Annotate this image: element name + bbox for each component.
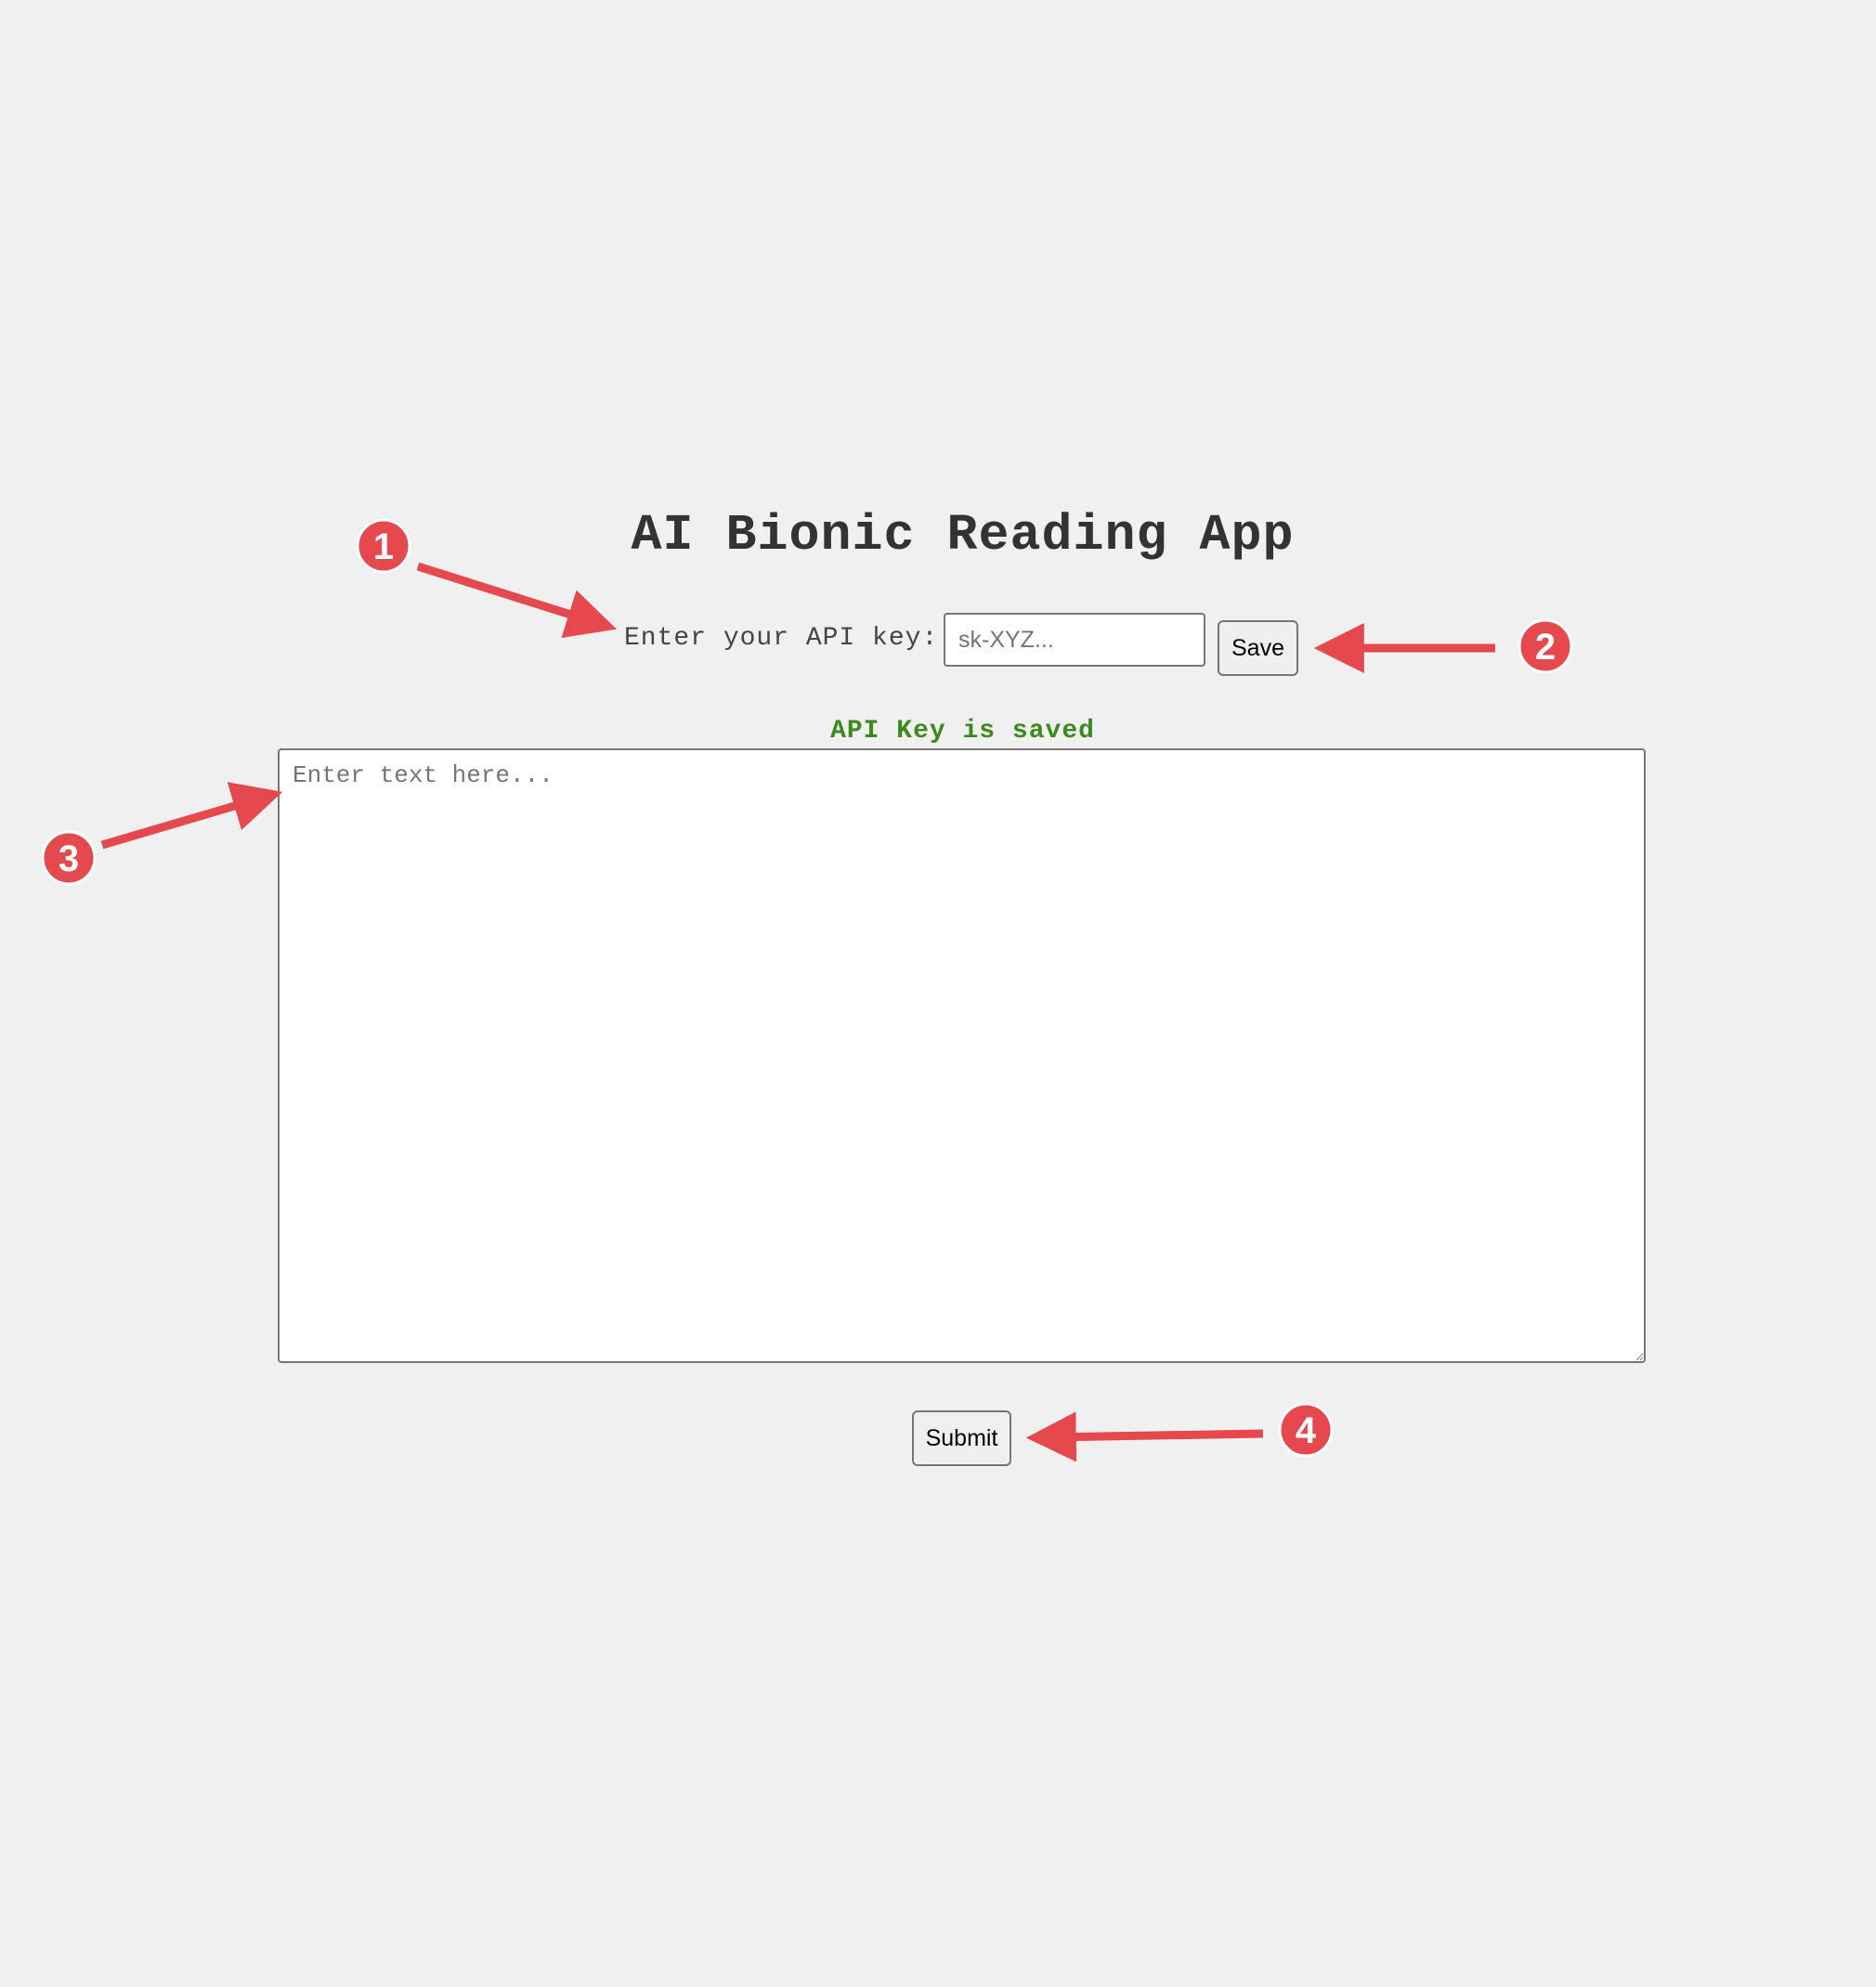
- save-button[interactable]: Save: [1218, 620, 1298, 676]
- api-key-input[interactable]: [944, 613, 1205, 667]
- annotation-badge-4: 4: [1278, 1402, 1334, 1458]
- badge-4-label: 4: [1296, 1410, 1317, 1451]
- submit-button[interactable]: Submit: [912, 1410, 1011, 1466]
- annotation-arrow-4: [1025, 1411, 1264, 1462]
- api-key-status: API Key is saved: [830, 717, 1095, 746]
- text-input-area[interactable]: [278, 748, 1646, 1363]
- app-page: AI Bionic Reading App Enter your API key…: [0, 0, 1876, 1987]
- api-key-label: Enter your API key:: [624, 624, 939, 653]
- badge-3-label: 3: [59, 838, 79, 879]
- annotation-arrow-1: [416, 562, 618, 639]
- annotation-arrow-3: [100, 782, 283, 850]
- annotation-badge-3: 3: [41, 830, 97, 886]
- page-title: AI Bionic Reading App: [631, 506, 1295, 565]
- annotation-badge-2: 2: [1518, 618, 1573, 674]
- badge-2-label: 2: [1535, 627, 1556, 668]
